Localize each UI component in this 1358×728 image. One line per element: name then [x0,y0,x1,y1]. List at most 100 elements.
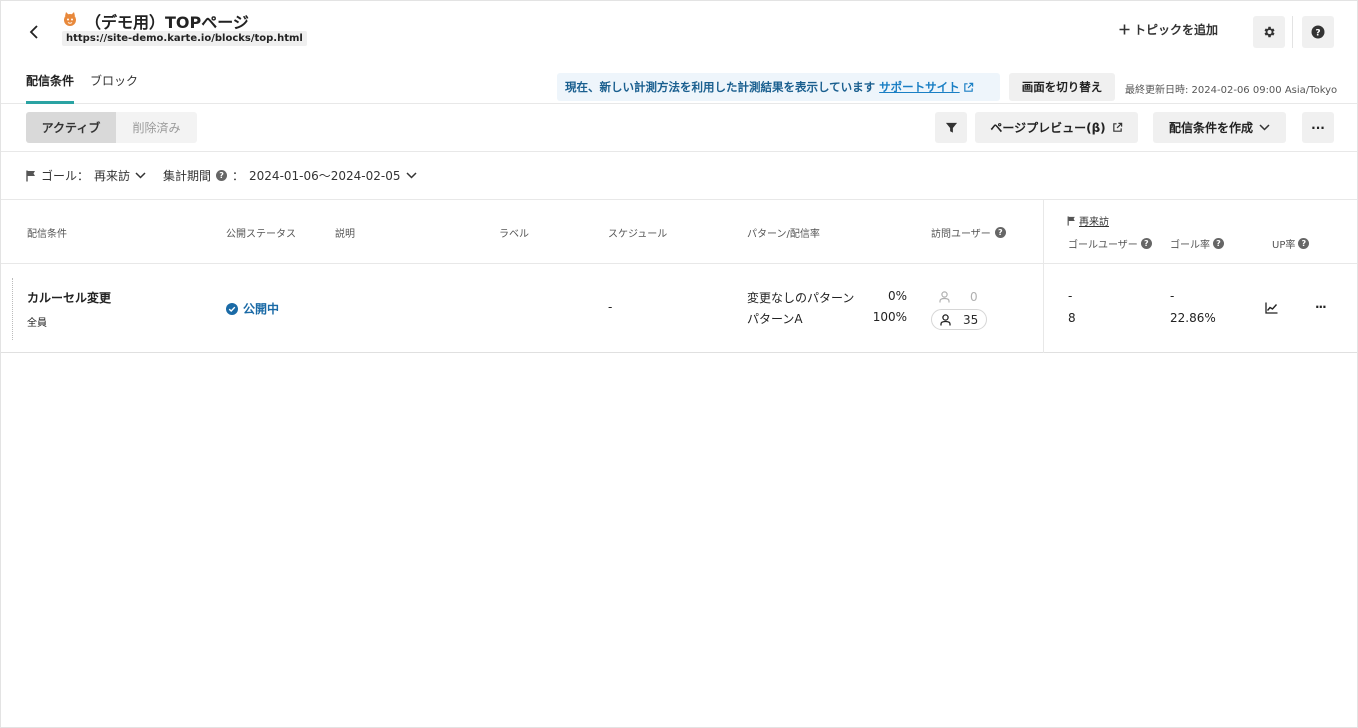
report-chart-button[interactable] [1265,302,1279,314]
plus-icon [1119,24,1130,35]
page-preview-button[interactable]: ページプレビュー(β) [975,112,1138,143]
condition-target: 全員 [27,318,47,329]
settings-button[interactable] [1253,16,1285,48]
chevron-down-icon [405,172,417,179]
goal-users-value: 8 [1068,311,1076,325]
goal-group-header[interactable]: 再来訪 [1067,213,1109,228]
goal-column-divider [1043,200,1044,264]
external-link-icon [1112,122,1122,132]
pattern-rate: 100% [872,310,907,324]
visitor-count: 35 [931,309,988,330]
svg-text:?: ? [1315,29,1320,39]
pattern-rate: 0% [887,289,907,303]
drag-handle[interactable] [12,278,14,340]
support-site-link[interactable]: サポートサイト [879,79,974,95]
goal-rate-value: - [1170,289,1175,303]
filter-row: ゴール： 再来訪 集計期間 ? ： 2024-01-06〜2024-02-05 [1,152,1357,200]
tabs-row: 配信条件 ブロック 現在、新しい計測方法を利用した計測結果を表示しています サポ… [1,63,1357,104]
col-header-schedule: スケジュール [608,229,668,240]
app-window: （デモ用）TOPページ https://site-demo.karte.io/b… [0,0,1358,728]
add-topic-label: トピックを追加 [1134,23,1219,37]
segment-active[interactable]: アクティブ [26,112,116,143]
site-favicon-icon [61,10,79,28]
flag-icon [1067,215,1075,226]
goal-column-divider [1043,264,1044,353]
visitor-count-value: 0 [970,289,978,304]
user-icon [940,313,951,325]
help-icon: ? [994,227,1006,238]
check-circle-icon [226,302,238,315]
col-header-goal-rate-label: ゴール率 [1170,240,1210,251]
help-icon: ? [1298,238,1310,249]
pattern-name: 変更なしのパターン [747,291,855,305]
status-label: 公開中 [243,302,280,316]
page-url: https://site-demo.karte.io/blocks/top.ht… [62,31,307,46]
period-separator: ： [232,169,245,183]
col-header-goal-users: ゴールユーザー ? [1068,236,1152,251]
tab-blocks[interactable]: ブロック [90,72,138,89]
table-header: 配信条件 公開ステータス 説明 ラベル スケジュール パターン/配信率 訪問ユー… [1,200,1357,264]
status-badge: 公開中 [226,300,279,317]
visitor-count: 0 [939,286,978,307]
period-label: 集計期間 [163,169,212,183]
help-icon: ? [1140,238,1152,249]
flag-icon [26,170,35,181]
create-condition-label: 配信条件を作成 [1168,121,1253,135]
col-header-pattern: パターン/配信率 [747,229,820,240]
col-header-visitors-label: 訪問ユーザー [931,229,991,240]
line-chart-icon [1265,302,1278,314]
period-value: 2024-01-06〜2024-02-05 [249,169,401,183]
col-header-status: 公開ステータス [226,229,296,240]
segment-deleted[interactable]: 削除済み [116,112,197,143]
goal-group-label: 再来訪 [1079,217,1109,228]
header-divider [1292,16,1293,48]
page-header: （デモ用）TOPページ https://site-demo.karte.io/b… [1,1,1357,63]
goal-users-value: - [1068,289,1073,303]
status-segment-control: アクティブ 削除済み [26,112,197,143]
toolbar: アクティブ 削除済み ページプレビュー(β) 配信条件を作成 ··· [1,104,1357,152]
col-header-label: ラベル [499,229,529,240]
filter-icon [945,122,957,133]
notice-text: 現在、新しい計測方法を利用した計測結果を表示しています [565,80,876,94]
filter-button[interactable] [935,112,967,143]
visitor-count-value: 35 [963,312,979,327]
switch-view-button[interactable]: 画面を切り替え [1009,73,1115,101]
col-header-visitors: 訪問ユーザー ? [931,225,1006,240]
row-more-button[interactable]: ··· [1315,300,1327,314]
last-updated: 最終更新日時: 2024-02-06 09:00 Asia/Tokyo [1125,85,1338,96]
help-icon: ? [216,170,228,181]
col-header-up-rate: UP率 ? [1272,236,1310,251]
col-header-up-rate-label: UP率 [1272,240,1296,251]
chevron-left-icon [29,25,38,39]
condition-name[interactable]: カルーセル変更 [27,289,111,306]
col-header-goal-rate: ゴール率 ? [1170,236,1224,251]
user-icon [939,290,950,302]
support-site-link-label: サポートサイト [879,80,960,94]
chevron-down-icon [135,172,146,179]
help-icon: ? [1213,238,1224,249]
measurement-notice: 現在、新しい計測方法を利用した計測結果を表示しています サポートサイト [557,73,1000,101]
tab-delivery-conditions[interactable]: 配信条件 [26,72,74,89]
col-header-condition: 配信条件 [27,229,67,240]
table-row[interactable]: カルーセル変更 全員 公開中 - 変更なしのパターン 0% パターンA 100%… [1,264,1357,353]
pattern-name: パターンA [747,312,803,326]
back-button[interactable] [23,21,45,43]
col-header-goal-users-label: ゴールユーザー [1068,240,1138,251]
create-condition-button[interactable]: 配信条件を作成 [1153,112,1286,143]
help-button[interactable]: ? [1302,16,1334,48]
col-header-description: 説明 [335,229,355,240]
add-topic-button[interactable]: トピックを追加 [1119,21,1218,38]
external-link-icon [963,82,973,92]
chevron-down-icon [1259,124,1270,131]
period-selector[interactable]: 集計期間 ? ： 2024-01-06〜2024-02-05 [163,167,417,184]
goal-label: ゴール： [41,169,90,183]
goal-value: 再来訪 [94,169,131,183]
goal-selector[interactable]: ゴール： 再来訪 [26,167,146,184]
more-icon: ··· [1311,120,1325,135]
schedule-value: - [608,300,613,314]
help-circle-icon: ? [1311,25,1325,39]
gear-icon [1264,26,1275,38]
page-title: （デモ用）TOPページ [85,13,249,32]
goal-rate-value: 22.86% [1170,311,1216,325]
more-menu-button[interactable]: ··· [1302,112,1334,143]
